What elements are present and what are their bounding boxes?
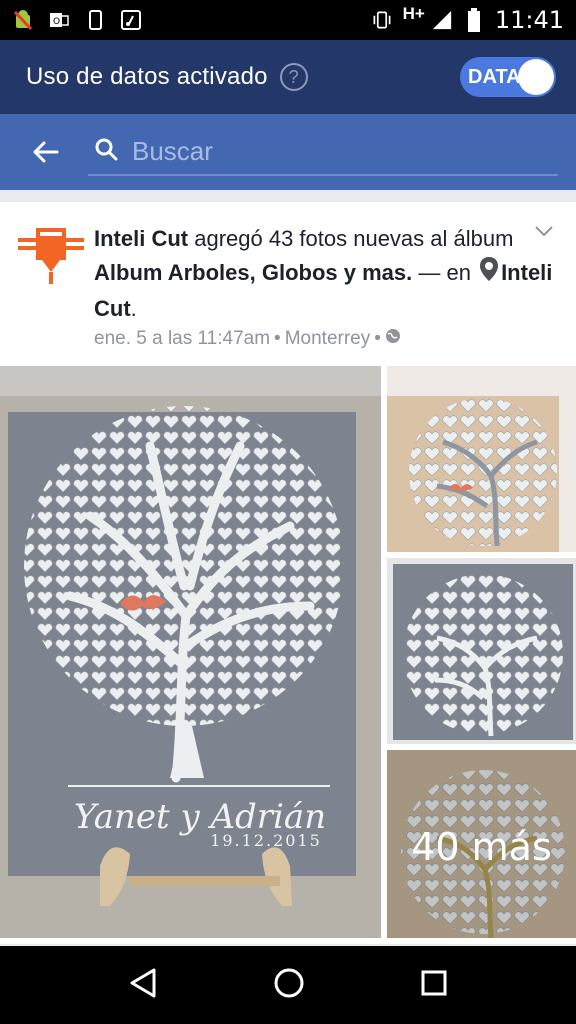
- phone-icon: [84, 9, 106, 31]
- outlook-icon: O: [48, 9, 70, 31]
- location-suffix: .: [130, 296, 137, 322]
- inteli-cut-logo[interactable]: [18, 224, 84, 286]
- main-photo[interactable]: Yanet y Adrián 19.12.2015: [0, 366, 381, 938]
- back-arrow-icon[interactable]: [30, 137, 60, 167]
- photo-thumbnail-more[interactable]: 40 más: [387, 750, 576, 938]
- photo-thumbnail[interactable]: [387, 366, 576, 552]
- post-place: Monterrey: [284, 328, 371, 350]
- clock: 11:41: [494, 6, 564, 34]
- search-input[interactable]: Buscar: [88, 128, 558, 176]
- status-bar: O H+ 11:41: [0, 0, 576, 40]
- sound-icon: [120, 9, 142, 31]
- location-prefix: — en: [412, 260, 478, 285]
- data-toggle-label: DATA: [468, 65, 521, 88]
- toggle-knob: [518, 59, 554, 95]
- nav-recents-icon[interactable]: [420, 969, 448, 1002]
- system-nav-bar: [0, 946, 576, 1024]
- battery-icon: [463, 8, 485, 32]
- android-debug-icon: [12, 9, 34, 31]
- album-link[interactable]: Album Arboles, Globos y mas.: [94, 260, 412, 285]
- more-photos-label[interactable]: 40 más: [387, 750, 576, 938]
- nav-back-icon[interactable]: [128, 967, 158, 1004]
- data-usage-banner: Uso de datos activado ? DATA: [0, 40, 576, 114]
- svg-text:O: O: [53, 17, 60, 27]
- feed-post: Inteli Cut agregó 43 fotos nuevas al álb…: [0, 202, 576, 944]
- vibrate-icon: [371, 9, 393, 31]
- search-placeholder: Buscar: [132, 135, 213, 166]
- chevron-down-icon[interactable]: [534, 224, 554, 242]
- photo-grid: Yanet y Adrián 19.12.2015 40 más: [0, 366, 576, 938]
- search-icon: [94, 137, 118, 166]
- post-timestamp[interactable]: ene. 5 a las 11:47am: [94, 328, 270, 350]
- network-type: H+: [402, 4, 425, 23]
- help-icon[interactable]: ?: [279, 63, 308, 91]
- data-toggle[interactable]: DATA: [460, 57, 556, 97]
- main-caption-date: 19.12.2015: [210, 831, 322, 850]
- signal-icon: [431, 9, 453, 31]
- public-globe-icon: [385, 328, 401, 350]
- search-bar: Buscar: [0, 114, 576, 190]
- data-usage-title: Uso de datos activado: [26, 63, 268, 90]
- meta-separator: •: [274, 328, 281, 350]
- location-pin-icon: [479, 256, 499, 292]
- photo-thumbnail[interactable]: [387, 558, 576, 744]
- post-meta: ene. 5 a las 11:47am • Monterrey •: [94, 328, 556, 350]
- meta-separator: •: [374, 328, 381, 350]
- post-headline: Inteli Cut agregó 43 fotos nuevas al álb…: [94, 222, 556, 326]
- nav-home-icon[interactable]: [273, 967, 305, 1004]
- author-link[interactable]: Inteli Cut: [94, 226, 188, 251]
- post-action-text: agregó 43 fotos nuevas al álbum: [188, 226, 514, 251]
- post-header: Inteli Cut agregó 43 fotos nuevas al álb…: [0, 202, 576, 366]
